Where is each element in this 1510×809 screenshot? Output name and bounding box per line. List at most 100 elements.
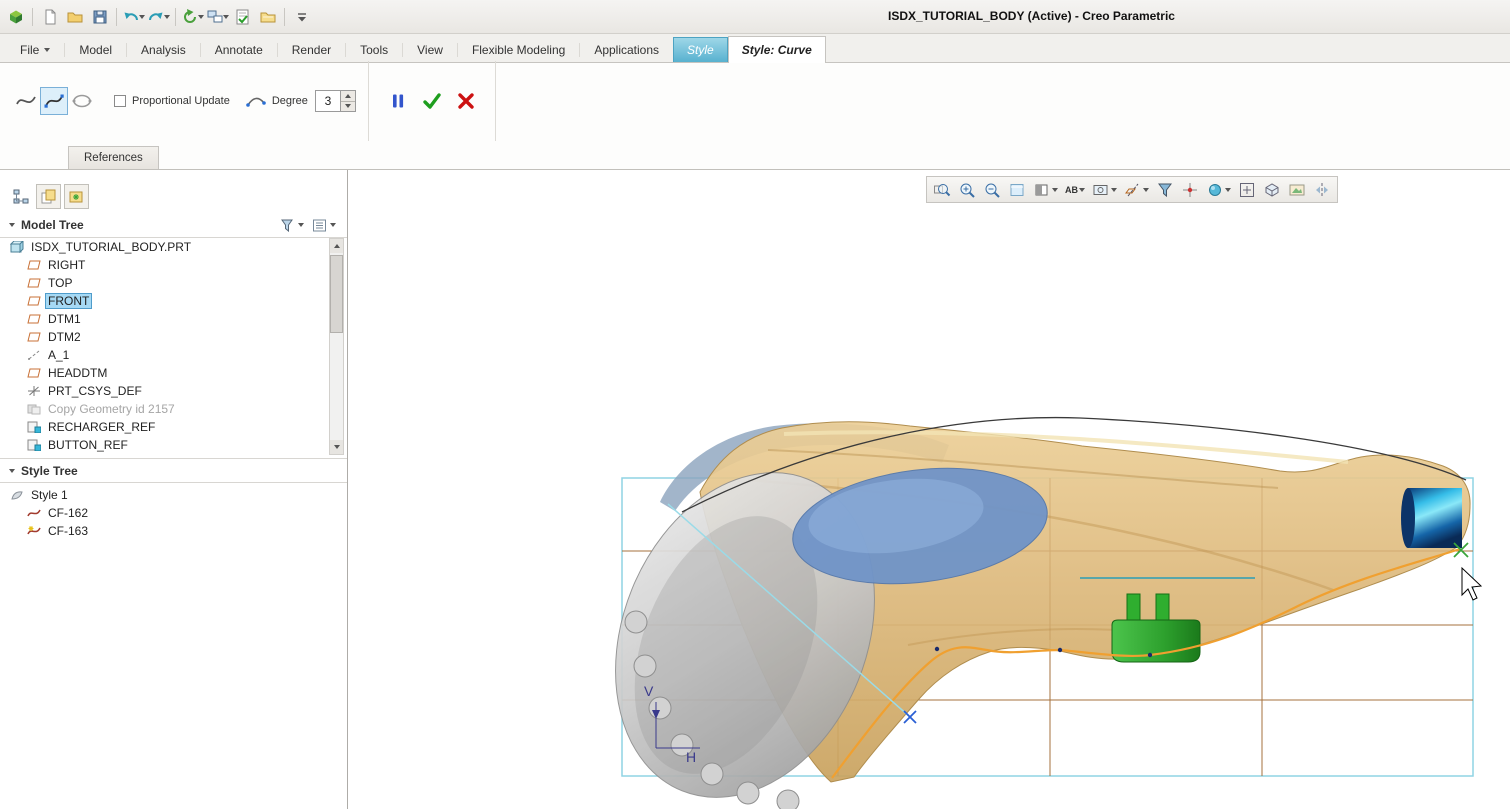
zoom-in-button[interactable] bbox=[955, 178, 979, 201]
tab-flexible-modeling[interactable]: Flexible Modeling bbox=[458, 37, 579, 62]
graphics-area[interactable]: AB V H bbox=[348, 170, 1510, 809]
regenerate-button[interactable] bbox=[181, 6, 204, 29]
dropdown-arrow-icon[interactable] bbox=[1111, 187, 1117, 192]
tree-item-part[interactable]: ISDX_TUTORIAL_BODY.PRT bbox=[0, 238, 347, 256]
degree-value[interactable]: 3 bbox=[314, 90, 341, 112]
tab-file[interactable]: File bbox=[6, 37, 64, 62]
datum-display-button[interactable] bbox=[1121, 178, 1152, 201]
undo-button[interactable] bbox=[122, 6, 145, 29]
references-panel-tab[interactable]: References bbox=[68, 146, 159, 169]
tree-item-recharger-ref[interactable]: RECHARGER_REF bbox=[0, 418, 347, 436]
scroll-down-button[interactable] bbox=[330, 440, 343, 454]
degree-increment-button[interactable] bbox=[341, 91, 355, 101]
tab-applications[interactable]: Applications bbox=[580, 37, 673, 62]
dropdown-arrow-icon[interactable] bbox=[1079, 187, 1085, 192]
tree-item-button-ref[interactable]: BUTTON_REF bbox=[0, 436, 347, 454]
scrollbar-thumb[interactable] bbox=[330, 255, 343, 333]
collapse-arrow-icon[interactable] bbox=[9, 223, 15, 227]
proportional-update-checkbox[interactable]: Proportional Update bbox=[114, 95, 230, 107]
mirror-view-button[interactable] bbox=[1310, 178, 1334, 201]
pause-button[interactable] bbox=[384, 87, 412, 115]
cancel-button[interactable] bbox=[452, 87, 480, 115]
view-toolbar: AB bbox=[926, 176, 1338, 203]
tree-item-headdtm[interactable]: HEADDTM bbox=[0, 364, 347, 382]
open-folder-button[interactable] bbox=[256, 6, 279, 29]
windows-button[interactable] bbox=[206, 6, 229, 29]
open-file-button[interactable] bbox=[63, 6, 86, 29]
tree-item-style1[interactable]: Style 1 bbox=[0, 486, 347, 504]
appearances-button[interactable] bbox=[1203, 178, 1234, 201]
scroll-up-button[interactable] bbox=[330, 239, 343, 253]
perspective-button[interactable] bbox=[1260, 178, 1284, 201]
tab-style-curve-active[interactable]: Style: Curve bbox=[727, 36, 826, 63]
copy-geometry-icon bbox=[27, 404, 41, 415]
redo-dropdown-icon[interactable] bbox=[164, 15, 170, 19]
undo-dropdown-icon[interactable] bbox=[139, 15, 145, 19]
tab-model[interactable]: Model bbox=[65, 37, 126, 62]
dropdown-arrow-icon[interactable] bbox=[330, 223, 336, 227]
tree-item-dtm2[interactable]: DTM2 bbox=[0, 328, 347, 346]
tree-item-cf163[interactable]: CF-163 bbox=[0, 522, 347, 540]
windows-dropdown-icon[interactable] bbox=[223, 15, 229, 19]
filter-funnel-icon bbox=[1158, 183, 1172, 197]
customize-toolbar-button[interactable] bbox=[290, 6, 313, 29]
dropdown-arrow-icon[interactable] bbox=[1225, 187, 1231, 192]
curve-on-surface-button[interactable] bbox=[68, 87, 96, 115]
hide-items-button[interactable] bbox=[1153, 178, 1177, 201]
tree-navigator-button[interactable] bbox=[8, 184, 33, 209]
new-file-button[interactable] bbox=[38, 6, 61, 29]
tree-item-right[interactable]: RIGHT bbox=[0, 256, 347, 274]
style-tree-title: Style Tree bbox=[21, 463, 78, 478]
tab-render[interactable]: Render bbox=[278, 37, 345, 62]
tab-annotate[interactable]: Annotate bbox=[201, 37, 277, 62]
dropdown-arrow-icon[interactable] bbox=[298, 223, 304, 227]
model-tree-scrollbar[interactable] bbox=[329, 238, 344, 455]
spin-center-button[interactable] bbox=[1178, 178, 1202, 201]
repaint-button[interactable] bbox=[1005, 178, 1029, 201]
show-layers-button[interactable] bbox=[36, 184, 61, 209]
tab-style[interactable]: Style bbox=[673, 37, 728, 62]
annotation-display-button[interactable]: AB bbox=[1062, 178, 1088, 201]
tab-view[interactable]: View bbox=[403, 37, 457, 62]
app-logo-icon[interactable] bbox=[4, 6, 27, 29]
tree-item-csys[interactable]: PRT_CSYS_DEF bbox=[0, 382, 347, 400]
tree-item-cf162[interactable]: CF-162 bbox=[0, 504, 347, 522]
tab-analysis[interactable]: Analysis bbox=[127, 37, 200, 62]
tab-tools[interactable]: Tools bbox=[346, 37, 402, 62]
tree-settings-button[interactable] bbox=[64, 184, 89, 209]
zoom-window-button[interactable] bbox=[1235, 178, 1259, 201]
tree-item-a1[interactable]: A_1 bbox=[0, 346, 347, 364]
checklist-icon bbox=[236, 9, 248, 25]
degree-spinner[interactable]: 3 bbox=[314, 90, 356, 112]
app-logo-icon bbox=[9, 10, 22, 24]
style-tree-header[interactable]: Style Tree bbox=[0, 458, 347, 483]
dropdown-arrow-icon[interactable] bbox=[1143, 187, 1149, 192]
checkbox-icon[interactable] bbox=[114, 95, 126, 107]
verify-button[interactable] bbox=[231, 6, 254, 29]
tree-item-copy-geometry[interactable]: Copy Geometry id 2157 bbox=[0, 400, 347, 418]
tree-item-dtm1[interactable]: DTM1 bbox=[0, 310, 347, 328]
planar-curve-button[interactable] bbox=[40, 87, 68, 115]
save-button[interactable] bbox=[88, 6, 111, 29]
curve-start-marker[interactable] bbox=[903, 710, 917, 724]
file-menu-arrow-icon bbox=[44, 47, 51, 52]
zoom-out-button[interactable] bbox=[980, 178, 1004, 201]
scene-render-button[interactable] bbox=[1285, 178, 1309, 201]
regenerate-dropdown-icon[interactable] bbox=[198, 15, 204, 19]
refit-button[interactable] bbox=[930, 178, 954, 201]
tree-columns-button[interactable] bbox=[310, 216, 338, 235]
display-style-button[interactable] bbox=[1030, 178, 1061, 201]
3d-viewport[interactable]: V H bbox=[348, 170, 1510, 809]
model-tree-header[interactable]: Model Tree bbox=[0, 213, 347, 238]
tree-item-front-selected[interactable]: FRONT bbox=[0, 292, 347, 310]
mirror-icon bbox=[1316, 182, 1328, 197]
ok-button[interactable] bbox=[418, 87, 446, 115]
free-curve-button[interactable] bbox=[12, 87, 40, 115]
degree-decrement-button[interactable] bbox=[340, 100, 355, 112]
redo-button[interactable] bbox=[147, 6, 170, 29]
tree-filters-button[interactable] bbox=[278, 216, 306, 235]
tree-item-top[interactable]: TOP bbox=[0, 274, 347, 292]
saved-views-button[interactable] bbox=[1089, 178, 1120, 201]
collapse-arrow-icon[interactable] bbox=[9, 468, 15, 473]
dropdown-arrow-icon[interactable] bbox=[1052, 187, 1058, 192]
